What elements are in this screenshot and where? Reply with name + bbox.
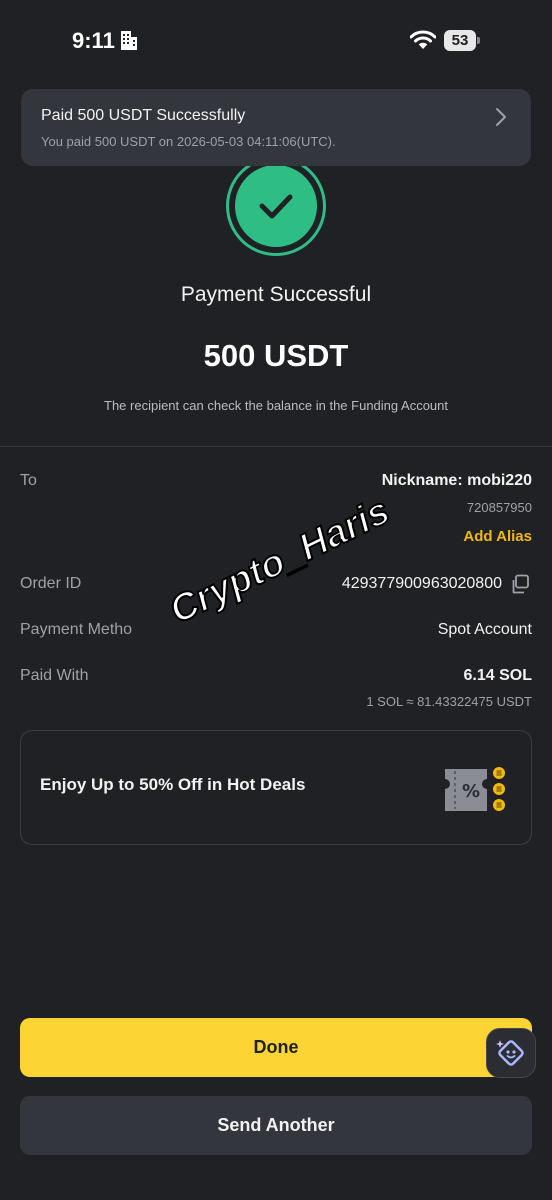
to-label: To [20, 472, 37, 489]
copy-icon[interactable] [510, 574, 530, 594]
recipient-id: 720857950 [466, 500, 532, 515]
send-another-button[interactable]: Send Another [20, 1096, 532, 1155]
watermark-text: Crypto_Haris [162, 489, 397, 633]
done-button[interactable]: Done [20, 1018, 532, 1077]
discount-coupon-icon: % [445, 767, 505, 811]
notification-title: Paid 500 USDT Successfully [41, 107, 246, 124]
battery-tip [477, 37, 480, 44]
battery-indicator: 53 [444, 30, 480, 52]
divider [0, 446, 552, 447]
order-id-label: Order ID [20, 575, 82, 592]
ai-assistant-icon [496, 1040, 524, 1066]
building-icon [121, 31, 137, 50]
battery-level: 53 [444, 30, 476, 51]
payment-amount: 500 USDT [203, 338, 349, 373]
payment-method-value: Spot Account [437, 621, 532, 638]
chevron-right-icon [496, 108, 506, 126]
wifi-icon [410, 30, 436, 49]
paid-with-value: 6.14 SOL [463, 667, 532, 684]
success-check-icon [235, 166, 317, 247]
add-alias-link[interactable]: Add Alias [463, 528, 532, 545]
success-ring [226, 166, 326, 256]
ai-assistant-button[interactable] [486, 1028, 536, 1078]
svg-text:%: % [462, 781, 480, 802]
payment-status-title: Payment Successful [180, 283, 372, 306]
exchange-rate: 1 SOL ≈ 81.43322475 USDT [366, 694, 532, 709]
payment-method-label: Payment Metho [20, 621, 133, 638]
promo-text: Enjoy Up to 50% Off in Hot Deals [40, 775, 306, 794]
notification-subtitle: You paid 500 USDT on 2026-05-03 04:11:06… [41, 134, 336, 149]
paid-with-label: Paid With [20, 667, 89, 684]
status-time: 9:11 [72, 28, 115, 53]
payment-note: The recipient can check the balance in t… [104, 398, 448, 413]
promo-card[interactable]: Enjoy Up to 50% Off in Hot Deals % [20, 730, 532, 845]
notification-banner[interactable]: Paid 500 USDT Successfully You paid 500 … [21, 89, 531, 166]
order-id-value: 429377900963020800 [341, 575, 502, 592]
